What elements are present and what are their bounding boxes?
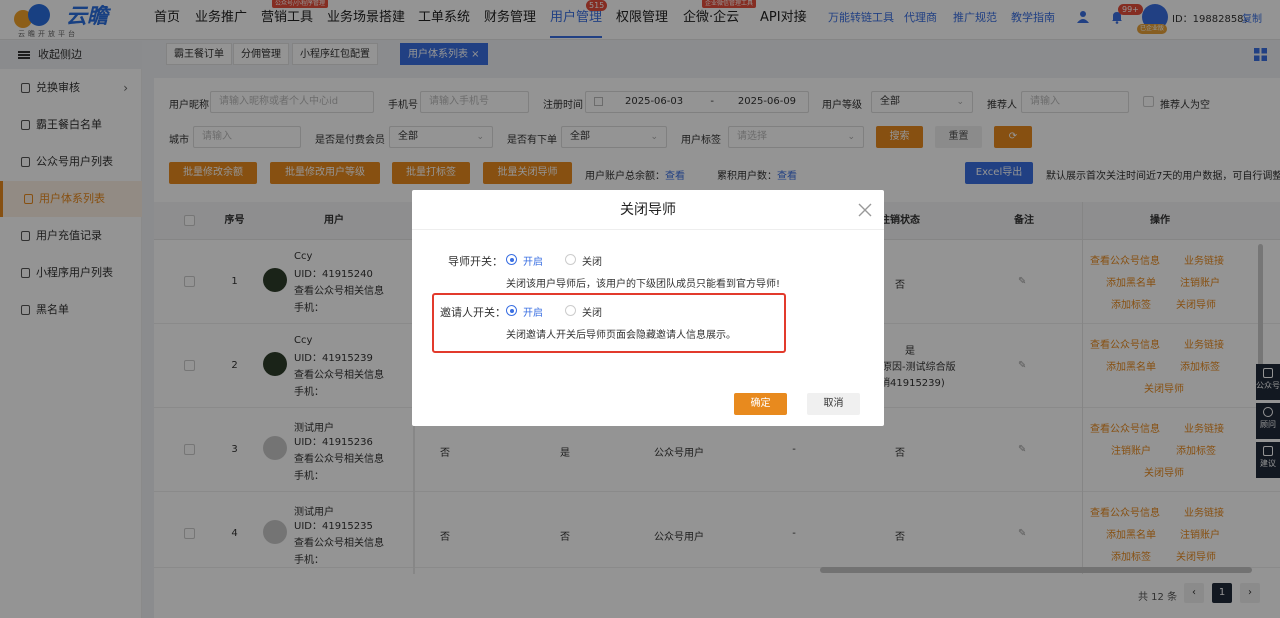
mentor-off-label[interactable]: 关闭 xyxy=(582,253,602,268)
inviter-switch-label: 邀请人开关： xyxy=(440,306,506,319)
inviter-switch-desc: 关闭邀请人开关后导师页面会隐藏邀请人信息展示。 xyxy=(506,330,736,341)
inviter-on-radio[interactable] xyxy=(506,305,517,316)
inviter-on-label[interactable]: 开启 xyxy=(523,304,543,319)
confirm-button[interactable]: 确定 xyxy=(734,393,787,415)
mentor-on-label[interactable]: 开启 xyxy=(523,253,543,268)
mentor-on-radio[interactable] xyxy=(506,254,517,265)
mentor-switch-label: 导师开关： xyxy=(448,255,503,268)
inviter-off-radio[interactable] xyxy=(565,305,576,316)
close-icon[interactable] xyxy=(858,203,872,217)
inviter-off-label[interactable]: 关闭 xyxy=(582,304,602,319)
close-mentor-dialog: 关闭导师 导师开关： 开启 关闭 关闭该用户导师后，该用户的下级团队成员只能看到… xyxy=(412,190,884,426)
mentor-switch-desc: 关闭该用户导师后，该用户的下级团队成员只能看到官方导师! xyxy=(506,279,781,290)
cancel-button[interactable]: 取消 xyxy=(807,393,860,415)
mentor-off-radio[interactable] xyxy=(565,254,576,265)
dialog-title: 关闭导师 xyxy=(412,190,884,230)
inviter-switch-highlight xyxy=(432,293,786,353)
